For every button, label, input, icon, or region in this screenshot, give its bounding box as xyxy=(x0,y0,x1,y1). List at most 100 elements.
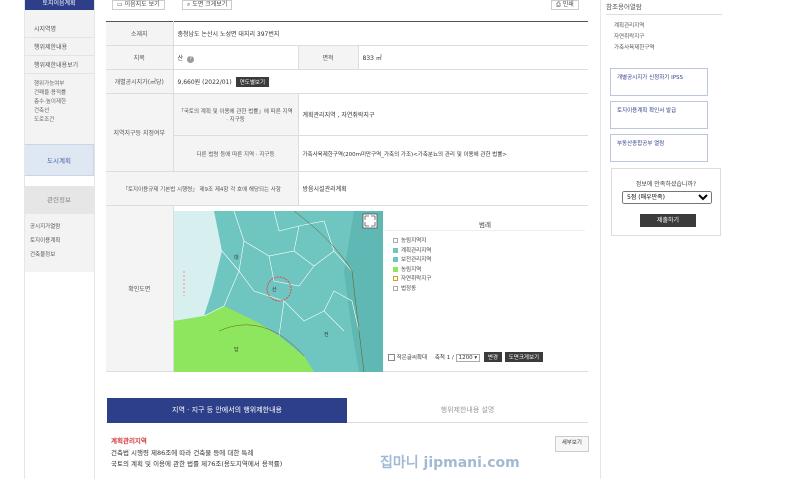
map-label: 대 xyxy=(234,254,239,261)
legend-label: 계획관리지역 xyxy=(401,247,432,254)
term-item[interactable]: 계획관리지역 xyxy=(606,21,722,32)
satisfaction-poll: 정보에 만족하셨습니까? 5점 (매우만족) 제출하기 xyxy=(611,168,721,236)
legend-label: 법정동 xyxy=(401,285,417,292)
watermark-logo: 집마니 jipmani.com xyxy=(380,455,520,471)
location-label: 소재지 xyxy=(106,21,174,46)
map-svg: 산 대 전 답 xyxy=(174,211,383,372)
poll-select[interactable]: 5점 (매우만족) xyxy=(622,191,712,204)
related-list: 공시지가열람 토지이용계획 건축물정보 xyxy=(24,214,94,272)
scale-value: 1200 xyxy=(458,355,473,361)
legend-item: 법정동 xyxy=(385,285,585,295)
legend-item: 보전관리지역 xyxy=(385,256,585,266)
term-item[interactable]: 자연취락지구 xyxy=(606,32,722,43)
map-label: 산 xyxy=(272,286,277,293)
content-tabs: 지역 · 지구 등 안에서의 행위제한내용 행위제한내용 설명 xyxy=(107,398,588,423)
legend-swatch xyxy=(393,257,398,262)
nav-active-item[interactable]: 도시계획 xyxy=(24,144,94,176)
nav-sub-item[interactable]: 도로조건 xyxy=(24,116,94,125)
legend-item: 자연취락지구 xyxy=(385,275,585,285)
zone-sub2-value: 가축사육제한구역(200m미만구역_가축의 가조)<가축분뇨의 관리 및 이용에… xyxy=(298,135,588,172)
legend-label: 농림지역 xyxy=(401,266,422,273)
nav-sub-item[interactable]: 건축선 xyxy=(24,107,94,116)
banner-land-certificate[interactable]: 토지이용계획 확인서 발급 xyxy=(610,101,708,129)
scale-label: 축척 1 / xyxy=(434,355,454,361)
related-title: 관련정보 xyxy=(24,186,94,214)
area-label: 면적 xyxy=(298,45,359,70)
legend-list: 농림지역지 계획관리지역 보전관리지역 농림지역 자연취락지구 법정동 xyxy=(385,231,585,294)
map-label: 전 xyxy=(324,331,329,338)
sidebar-title: 참조용어열람 xyxy=(606,0,722,15)
map-controls: 작은글씨확대 축척 1 / 1200 ▾ 변경 도면크게보기 xyxy=(388,352,588,364)
legend-swatch xyxy=(393,285,398,291)
print-icon: ⎙ xyxy=(556,1,561,8)
category-value: 산 xyxy=(177,54,184,62)
location-value: 충청남도 논산시 노성면 대지리 397번지 xyxy=(173,21,588,46)
legend-title: 범례 xyxy=(385,213,585,231)
zone-label: 지역지구등 지정여부 xyxy=(106,93,174,172)
tab-restrictions[interactable]: 지역 · 지구 등 안에서의 행위제한내용 xyxy=(107,398,347,423)
main-content: ▭ 이음지도 보기 ⌕ 도면 크게보기 ⎙ 인쇄 소재지 충청남도 논산시 노성… xyxy=(106,0,588,372)
yearly-price-button[interactable]: 연도별보기 xyxy=(235,76,270,87)
tab-explanation[interactable]: 행위제한내용 설명 xyxy=(347,398,588,423)
related-item[interactable]: 토지이용계획 xyxy=(30,234,94,248)
nav-sub-item[interactable]: 행위가능여부 xyxy=(24,80,94,89)
nav-sub-item[interactable]: 건폐율·용적률 xyxy=(24,89,94,98)
left-nav: 토지이음계획 시지역명 행위제한내용 행위제한내용보기 행위가능여부 건폐율·용… xyxy=(24,0,94,479)
zone-sub1-value: 계획관리지역 , 자연취락지구 xyxy=(298,93,588,136)
nav-sub-item[interactable]: 층수·높이제한 xyxy=(24,98,94,107)
search-icon: ⌕ xyxy=(187,1,191,8)
legend-swatch xyxy=(393,238,398,243)
land-map[interactable]: 산 대 전 답 xyxy=(174,211,383,372)
area-value: 833 ㎡ xyxy=(358,45,588,70)
map-view-button[interactable]: ▭ 이음지도 보기 xyxy=(112,0,165,10)
toolbar: ▭ 이음지도 보기 ⌕ 도면 크게보기 ⎙ 인쇄 xyxy=(106,0,588,10)
banner-price-apply[interactable]: 개별공시지가 신청하기 IPSS xyxy=(610,68,708,96)
poll-question: 정보에 만족하셨습니까? xyxy=(635,181,697,188)
legend-label: 자연취락지구 xyxy=(401,276,432,282)
nav-item[interactable]: 행위제한내용보기 xyxy=(24,56,94,74)
checkbox-label: 작은글씨확대 xyxy=(396,355,428,361)
legend-item: 농림지역 xyxy=(385,266,585,276)
legend-item: 농림지역지 xyxy=(385,237,585,247)
map-label: 답 xyxy=(234,346,239,353)
term-item[interactable]: 가축사육제한구역 xyxy=(606,43,722,54)
divider xyxy=(94,0,95,479)
chevron-down-icon: ▾ xyxy=(474,355,478,361)
scale-change-button[interactable]: 변경 xyxy=(483,352,502,362)
category-cell: 산? xyxy=(173,45,299,70)
related-item[interactable]: 건축물정보 xyxy=(30,248,94,262)
legend-swatch xyxy=(393,266,398,272)
poll-submit-button[interactable]: 제출하기 xyxy=(640,214,696,227)
banner-realestate-register[interactable]: 부동산종합공부 열람 xyxy=(610,134,708,162)
enlarge-text-checkbox[interactable] xyxy=(388,354,395,361)
content-title: 계획관리지역 xyxy=(111,437,147,445)
legend-label: 보전관리지역 xyxy=(401,257,432,263)
price-cell: 9,660원 (2022/01) 연도별보기 xyxy=(173,69,588,94)
nav-item[interactable]: 행위제한내용 xyxy=(24,38,94,56)
zone-sub1-label: 「국토의 계획 및 이용에 관한 법률」에 따른 지역 · 지구등 xyxy=(173,93,299,136)
nav-item[interactable]: 시지역명 xyxy=(24,20,94,38)
legend-swatch xyxy=(393,276,398,281)
nav-header[interactable]: 토지이음계획 xyxy=(24,0,94,10)
legend-swatch xyxy=(393,247,398,253)
detail-button[interactable]: 세부보기 xyxy=(554,436,589,452)
zoom-map-large-button[interactable]: 도면크게보기 xyxy=(504,352,544,362)
map-icon: ▭ xyxy=(117,1,123,8)
print-button[interactable]: ⎙ 인쇄 xyxy=(551,0,579,10)
reg-value: 방음시설관리계획 xyxy=(298,171,588,206)
price-value: 9,660원 (2022/01) xyxy=(177,78,232,86)
category-label: 지목 xyxy=(106,45,174,70)
help-icon[interactable]: ? xyxy=(187,55,195,63)
zone-sub2-label: 다른 법령 등에 따른 지역 · 지구등 xyxy=(173,135,299,172)
reg-label: 「토지이용규제 기본법 시행령」 제9조 제4항 각 호에 해당되는 사항 xyxy=(106,171,299,206)
zoom-map-button[interactable]: ⌕ 도면 크게보기 xyxy=(182,0,233,10)
legend-label: 농림지역지 xyxy=(401,238,427,244)
nav-list: 시지역명 행위제한내용 행위제한내용보기 행위가능여부 건폐율·용적률 층수·높… xyxy=(24,10,94,144)
term-list: 계획관리지역 자연취락지구 가축사육제한구역 xyxy=(606,15,722,54)
divider xyxy=(24,0,25,479)
scale-select[interactable]: 1200 ▾ xyxy=(455,354,481,362)
map-view-label: 이음지도 보기 xyxy=(124,1,160,8)
related-item[interactable]: 공시지가열람 xyxy=(30,220,94,234)
print-label: 인쇄 xyxy=(562,1,574,8)
zoom-map-label: 도면 크게보기 xyxy=(192,1,228,8)
